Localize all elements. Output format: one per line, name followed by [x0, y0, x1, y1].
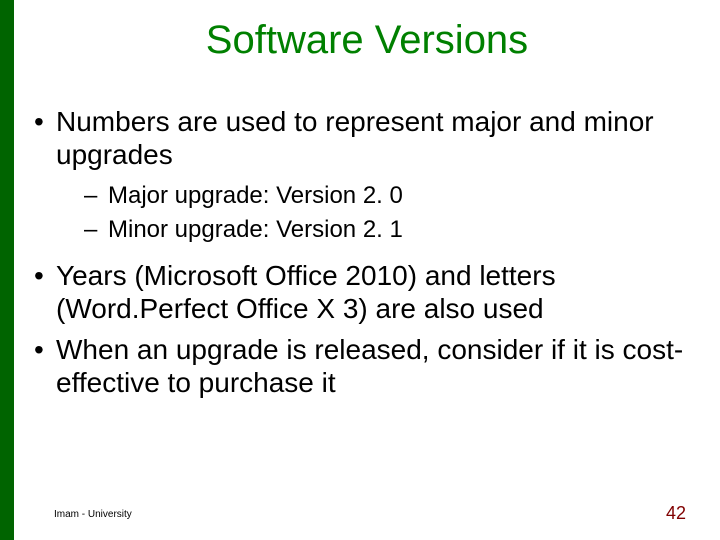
- bullet-item: Years (Microsoft Office 2010) and letter…: [30, 259, 695, 325]
- bullet-item: Numbers are used to represent major and …: [30, 105, 695, 245]
- slide: Software Versions Numbers are used to re…: [0, 0, 720, 540]
- bullet-text: Numbers are used to represent major and …: [56, 106, 654, 170]
- sub-item: Minor upgrade: Version 2. 1: [56, 215, 695, 245]
- footer-left: Imam - University: [54, 509, 132, 520]
- sub-list: Major upgrade: Version 2. 0 Minor upgrad…: [56, 181, 695, 245]
- accent-bar: [0, 0, 14, 540]
- bullet-item: When an upgrade is released, consider if…: [30, 333, 695, 399]
- sub-item: Major upgrade: Version 2. 0: [56, 181, 695, 211]
- bullet-list: Numbers are used to represent major and …: [30, 105, 695, 399]
- page-number: 42: [666, 503, 686, 524]
- slide-title: Software Versions: [14, 18, 720, 63]
- slide-content: Numbers are used to represent major and …: [30, 105, 695, 407]
